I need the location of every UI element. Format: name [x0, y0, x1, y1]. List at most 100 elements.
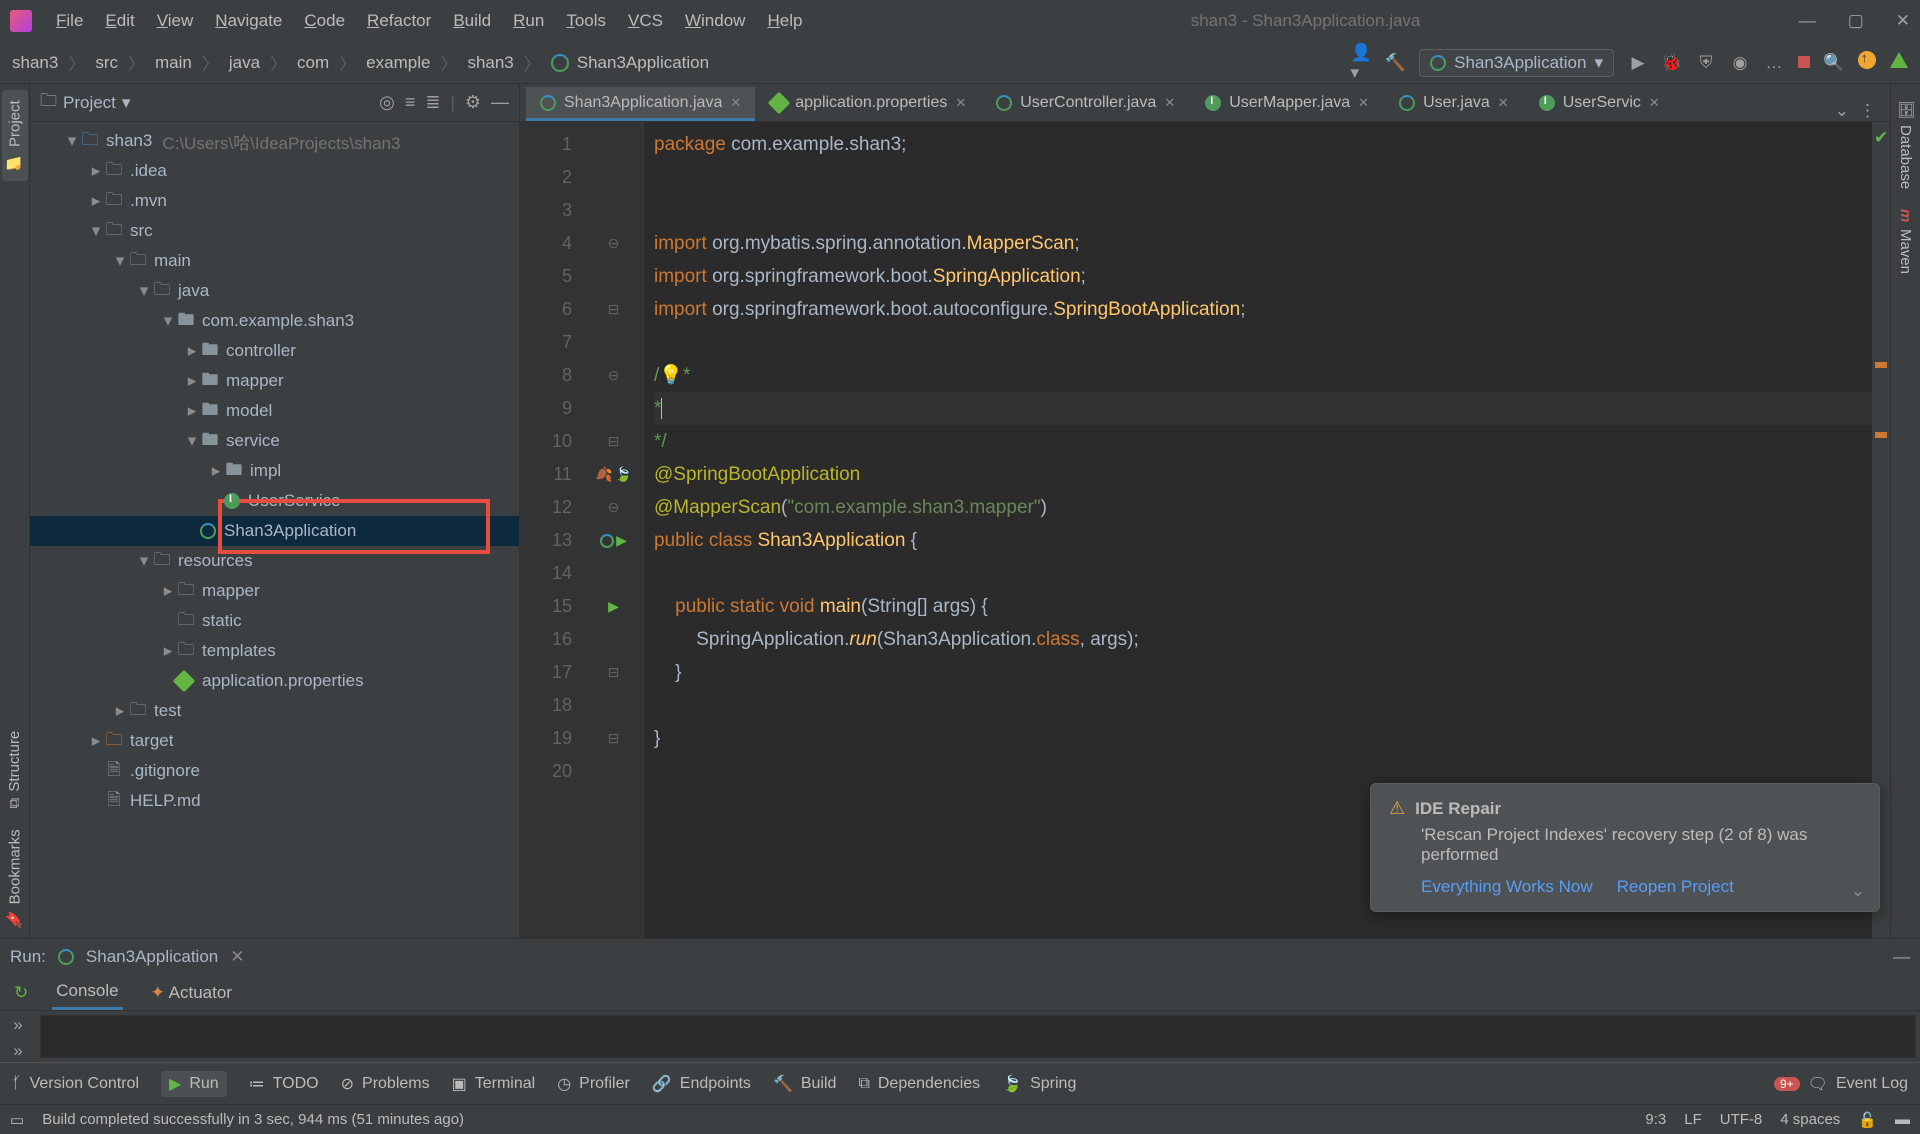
caret-position[interactable]: 9:3	[1645, 1111, 1666, 1128]
readonly-lock-icon[interactable]: 🔓	[1858, 1111, 1877, 1129]
bookmarks-tab[interactable]: 🔖Bookmarks	[2, 819, 28, 938]
inspection-ok-icon[interactable]: ✔	[1874, 128, 1888, 148]
bottom-run[interactable]: ▶Run	[161, 1071, 227, 1097]
bottom-dependencies[interactable]: ⧉Dependencies	[858, 1075, 980, 1093]
tree-item[interactable]: ▸🗀.idea	[30, 156, 519, 186]
tree-item[interactable]: ▸🗀target	[30, 726, 519, 756]
tree-item[interactable]: 🗀static	[30, 606, 519, 636]
tree-item[interactable]: ▸🖿model	[30, 396, 519, 426]
tree-item[interactable]: ▾🗀src	[30, 216, 519, 246]
profile-button[interactable]: ◉	[1730, 53, 1750, 73]
event-log-button[interactable]: 9+🗨Event Log	[1774, 1074, 1908, 1094]
menu-window[interactable]: Window	[675, 7, 755, 35]
warning-mark[interactable]	[1875, 432, 1887, 438]
menu-navigate[interactable]: Navigate	[205, 7, 292, 35]
menu-code[interactable]: Code	[294, 7, 355, 35]
collapse-all-icon[interactable]: ≣	[425, 92, 440, 113]
maximize-button[interactable]: ▢	[1848, 11, 1864, 31]
bottom-problems[interactable]: ⊘Problems	[341, 1074, 430, 1094]
select-opened-file-icon[interactable]: ◎	[379, 92, 395, 113]
editor-tab[interactable]: UserController.java✕	[982, 87, 1189, 121]
menu-run[interactable]: Run	[503, 7, 554, 35]
chevron-down-icon[interactable]: ▾	[122, 93, 131, 113]
console-output[interactable]	[40, 1015, 1916, 1058]
updates-button[interactable]	[1858, 51, 1876, 74]
expand-all-icon[interactable]: ≡	[405, 92, 416, 113]
gutter-marks[interactable]: ⊖⊟⊖⊟🍂🍃⊖▶▶⊟⊟	[584, 122, 644, 938]
settings-icon[interactable]: ⚙	[465, 92, 481, 113]
tree-item[interactable]: ▾🖿com.example.shan3	[30, 306, 519, 336]
tree-item[interactable]: ▸🗀templates	[30, 636, 519, 666]
editor-tab[interactable]: Shan3Application.java✕	[526, 87, 755, 121]
hide-run-icon[interactable]: —	[1893, 947, 1910, 967]
actuator-tab[interactable]: ✦ Actuator	[147, 977, 236, 1009]
menu-edit[interactable]: Edit	[95, 7, 144, 35]
tree-item[interactable]: 🗎HELP.md	[30, 786, 519, 816]
tree-item[interactable]: ▸🖿controller	[30, 336, 519, 366]
tree-item[interactable]: ▸🗀mapper	[30, 576, 519, 606]
menu-tools[interactable]: Tools	[556, 7, 616, 35]
close-run-tab[interactable]: ✕	[230, 947, 244, 967]
tree-item[interactable]: ▸🖿mapper	[30, 366, 519, 396]
close-tab-icon[interactable]: ✕	[1358, 95, 1369, 111]
stop-button[interactable]	[1798, 53, 1810, 73]
menu-help[interactable]: Help	[757, 7, 812, 35]
notification-action-reopen[interactable]: Reopen Project	[1617, 877, 1734, 897]
menu-view[interactable]: View	[147, 7, 204, 35]
tree-item[interactable]: ▾🗀main	[30, 246, 519, 276]
breadcrumb-item[interactable]: Shan3Application	[577, 53, 709, 73]
bottom-spring[interactable]: 🍃Spring	[1002, 1074, 1076, 1094]
structure-tab[interactable]: ⧉Structure	[2, 721, 27, 819]
run-config-selector[interactable]: Shan3Application ▾	[1419, 49, 1614, 77]
tabs-dropdown-icon[interactable]: ⌄	[1835, 101, 1849, 121]
users-icon[interactable]: 👤▾	[1351, 53, 1371, 73]
more-button[interactable]: »	[13, 1041, 22, 1061]
console-tab[interactable]: Console	[52, 975, 122, 1010]
breadcrumb-item[interactable]: src	[95, 53, 118, 73]
bottom-profiler[interactable]: ◷Profiler	[557, 1074, 630, 1094]
tree-item[interactable]: application.properties	[30, 666, 519, 696]
breadcrumb-item[interactable]: java	[229, 53, 260, 73]
encoding[interactable]: UTF-8	[1720, 1111, 1763, 1128]
expand-button[interactable]: »	[13, 1015, 22, 1035]
tree-item[interactable]: Shan3Application	[30, 516, 519, 546]
warning-mark[interactable]	[1875, 362, 1887, 368]
bottom-terminal[interactable]: ▣Terminal	[452, 1074, 536, 1094]
build-button[interactable]: 🔨	[1385, 53, 1405, 73]
tool-windows-icon[interactable]: ▭	[10, 1111, 24, 1129]
hide-icon[interactable]: —	[491, 92, 509, 113]
breadcrumb-item[interactable]: shan3	[12, 53, 58, 73]
tree-item[interactable]: ▾🗀resources	[30, 546, 519, 576]
close-button[interactable]: ✕	[1896, 11, 1910, 31]
coverage-button[interactable]: ⛨	[1696, 53, 1716, 73]
editor-tab[interactable]: UserServic✕	[1525, 87, 1674, 121]
tree-item[interactable]: ▸🗀.mvn	[30, 186, 519, 216]
run-anything-button[interactable]	[1890, 52, 1908, 73]
breadcrumb-item[interactable]: main	[155, 53, 192, 73]
tree-item[interactable]: 🗎.gitignore	[30, 756, 519, 786]
close-tab-icon[interactable]: ✕	[1164, 95, 1175, 111]
menu-file[interactable]: File	[46, 7, 93, 35]
breadcrumb-item[interactable]: shan3	[467, 53, 513, 73]
bottom-todo[interactable]: ≔TODO	[249, 1074, 319, 1094]
editor-tab[interactable]: UserMapper.java✕	[1191, 87, 1383, 121]
menu-build[interactable]: Build	[443, 7, 501, 35]
project-tab[interactable]: 📁Project	[2, 90, 28, 181]
bottom-build[interactable]: 🔨Build	[773, 1074, 837, 1094]
close-tab-icon[interactable]: ✕	[1498, 95, 1509, 111]
tree-item[interactable]: UserService	[30, 486, 519, 516]
minimize-button[interactable]: ―	[1799, 11, 1816, 31]
notification-action-works[interactable]: Everything Works Now	[1421, 877, 1593, 897]
bottom-endpoints[interactable]: 🔗Endpoints	[652, 1074, 751, 1094]
editor-tab[interactable]: application.properties✕	[757, 87, 980, 121]
debug-button[interactable]: 🐞	[1662, 53, 1682, 73]
collapse-notification-icon[interactable]: ⌄	[1851, 881, 1865, 901]
menu-refactor[interactable]: Refactor	[357, 7, 441, 35]
tree-item[interactable]: ▸🗀test	[30, 696, 519, 726]
breadcrumb-item[interactable]: example	[366, 53, 430, 73]
tree-item[interactable]: ▾🖿service	[30, 426, 519, 456]
database-tab[interactable]: 🗄Database	[1893, 90, 1919, 199]
rerun-button[interactable]: ↻	[14, 983, 28, 1003]
close-tab-icon[interactable]: ✕	[1649, 95, 1660, 111]
maven-tab[interactable]: mMaven	[1893, 199, 1918, 283]
